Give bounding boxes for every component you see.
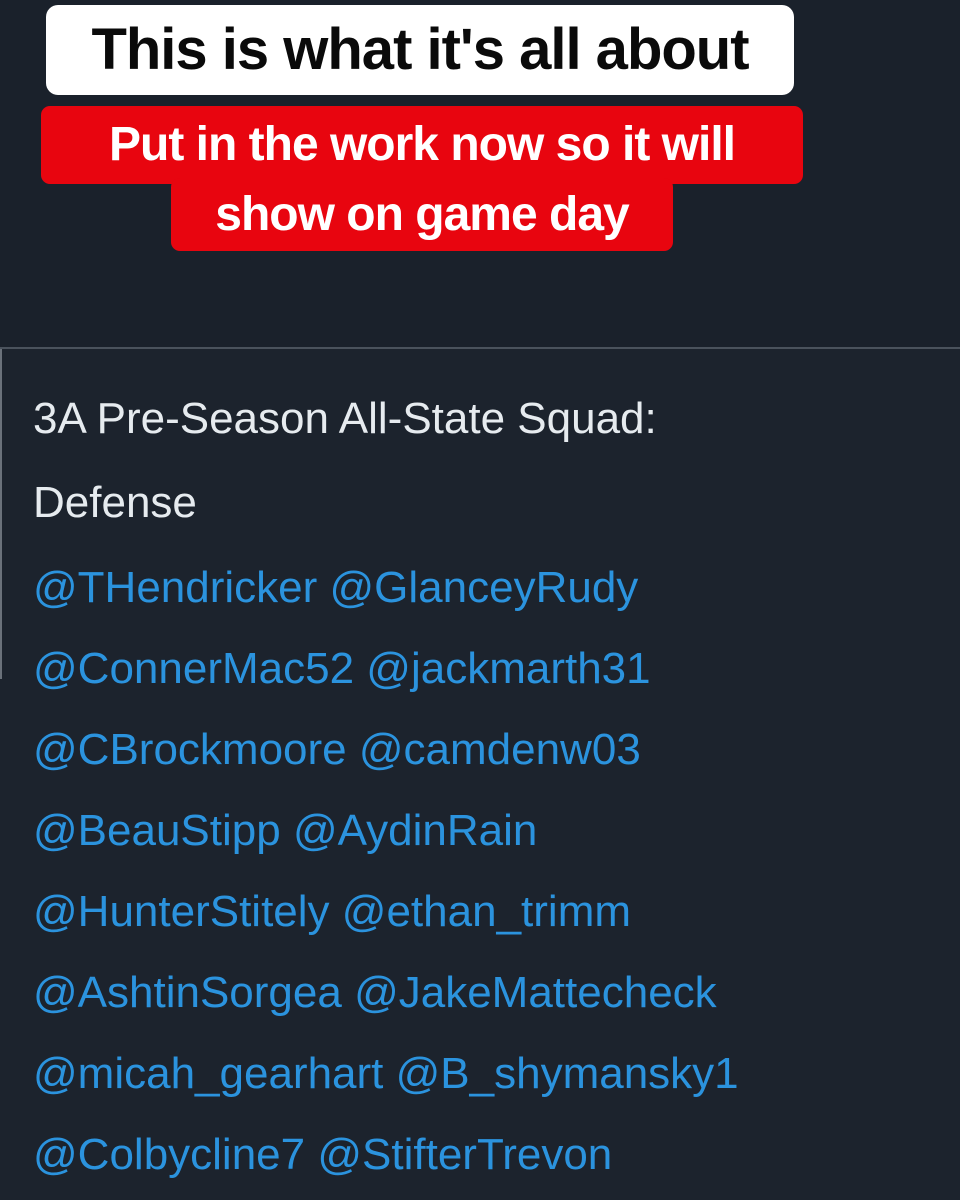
mention-row: @AshtinSorgea @JakeMattecheck [33,952,953,1033]
mention-link[interactable]: @micah_gearhart [33,1049,383,1098]
subline-caption-line-1: Put in the work now so it will [41,106,803,184]
mention-link[interactable]: @ethan_trimm [342,887,631,936]
mention-row: @micah_gearhart @B_shymansky1 [33,1033,953,1114]
mention-row: @ConnerMac52 @jackmarth31 [33,628,953,709]
mention-row: @HunterStitely @ethan_trimm [33,871,953,952]
tweet-title-line-2: Defense [33,478,197,527]
subline-caption-line-2: show on game day [171,178,673,251]
mention-row: @BeauStipp @AydinRain [33,790,953,871]
tweet-title: 3A Pre-Season All-State Squad: Defense [33,377,933,545]
mention-row: @THendricker @GlanceyRudy [33,547,953,628]
mention-link[interactable]: @AshtinSorgea [33,968,342,1017]
caption-overlay-area: This is what it's all about Put in the w… [0,0,960,348]
tweet-body: 3A Pre-Season All-State Squad: Defense @… [0,349,960,1200]
mention-row: @Colbycline7 @StifterTrevon [33,1114,953,1195]
mention-link[interactable]: @camdenw03 [359,725,641,774]
quote-edge-line [0,349,2,679]
mention-link[interactable]: @Colbycline7 [33,1130,305,1179]
mention-link[interactable]: @BeauStipp [33,806,281,855]
mention-link[interactable]: @StifterTrevon [317,1130,612,1179]
tweet-title-line-1: 3A Pre-Season All-State Squad: [33,394,657,443]
mention-link[interactable]: @ConnerMac52 [33,644,354,693]
mention-link[interactable]: @JakeMattecheck [354,968,717,1017]
mention-list: @THendricker @GlanceyRudy @ConnerMac52 @… [33,547,953,1195]
mention-link[interactable]: @AydinRain [293,806,537,855]
mention-link[interactable]: @GlanceyRudy [330,563,639,612]
mention-link[interactable]: @THendricker [33,563,317,612]
mention-link[interactable]: @B_shymansky1 [396,1049,739,1098]
mention-link[interactable]: @CBrockmoore [33,725,347,774]
mention-link[interactable]: @jackmarth31 [366,644,650,693]
headline-caption: This is what it's all about [46,5,794,95]
mention-link[interactable]: @HunterStitely [33,887,330,936]
mention-row: @CBrockmoore @camdenw03 [33,709,953,790]
